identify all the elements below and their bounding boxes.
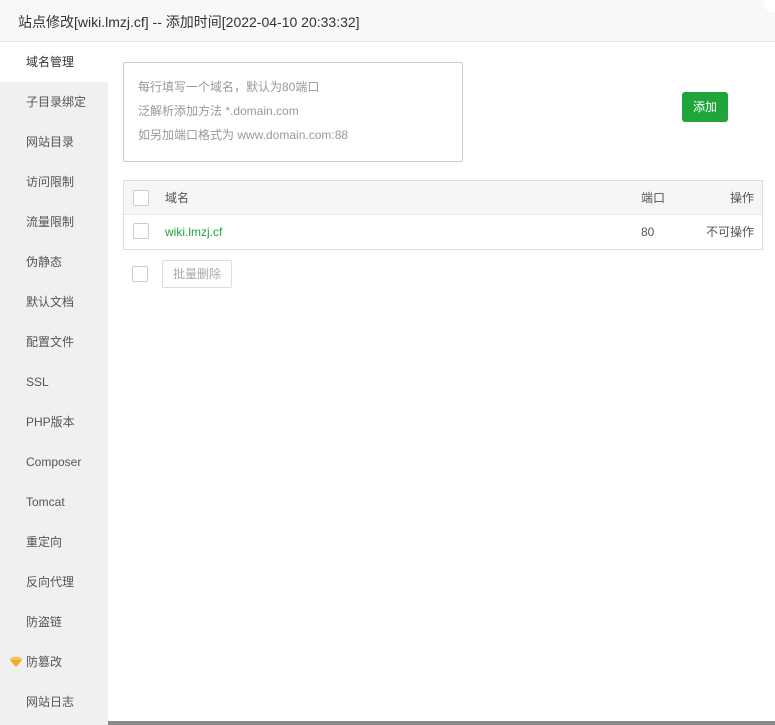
column-header-port: 端口 — [641, 191, 666, 205]
sidebar-item-label: 防篡改 — [26, 655, 63, 669]
sidebar-item-label: 访问限制 — [26, 175, 75, 189]
sidebar-item-label: 重定向 — [26, 535, 63, 549]
sidebar-item-default-document[interactable]: 默认文档 — [0, 282, 108, 322]
table-row: wiki.lmzj.cf 80 不可操作 — [124, 215, 762, 249]
sidebar-item-config-file[interactable]: 配置文件 — [0, 322, 108, 362]
sidebar-item-label: 网站日志 — [26, 695, 75, 709]
placeholder-line: 每行填写一个域名，默认为80端口 — [138, 80, 320, 94]
port-value: 80 — [641, 225, 655, 239]
batch-actions: 批量删除 — [123, 260, 763, 290]
sidebar-item-label: PHP版本 — [26, 415, 75, 429]
domain-table: 域名 端口 操作 wiki.lmzj.cf 80 不可操作 — [123, 180, 763, 250]
sidebar-item-redirect[interactable]: 重定向 — [0, 522, 108, 562]
dialog-titlebar: 站点修改[wiki.lmzj.cf] -- 添加时间[2022-04-10 20… — [0, 0, 775, 42]
column-header-domain: 域名 — [165, 191, 190, 205]
gem-icon — [10, 657, 22, 667]
sidebar-item-hotlink-protection[interactable]: 防盗链 — [0, 602, 108, 642]
sidebar-item-label: 默认文档 — [26, 295, 75, 309]
placeholder-line: 泛解析添加方法 *.domain.com — [138, 104, 299, 118]
sidebar-item-composer[interactable]: Composer — [0, 442, 108, 482]
sidebar-item-label: SSL — [26, 375, 49, 389]
row-checkbox[interactable] — [133, 223, 149, 239]
bottom-scroll-edge — [108, 721, 775, 725]
batch-delete-button[interactable]: 批量删除 — [162, 260, 232, 288]
sidebar-item-tomcat[interactable]: Tomcat — [0, 482, 108, 522]
sidebar-item-reverse-proxy[interactable]: 反向代理 — [0, 562, 108, 602]
add-domain-button[interactable]: 添加 — [682, 92, 728, 122]
domain-input[interactable]: 每行填写一个域名，默认为80端口 泛解析添加方法 *.domain.com 如另… — [123, 62, 463, 162]
column-header-action: 操作 — [730, 191, 755, 205]
close-icon[interactable] — [763, 0, 775, 12]
domain-management-panel: 每行填写一个域名，默认为80端口 泛解析添加方法 *.domain.com 如另… — [108, 42, 775, 725]
sidebar-item-label: 子目录绑定 — [26, 95, 87, 109]
sidebar-item-label: 伪静态 — [26, 255, 63, 269]
sidebar-item-label: Composer — [26, 455, 82, 469]
site-edit-dialog: 站点修改[wiki.lmzj.cf] -- 添加时间[2022-04-10 20… — [0, 0, 775, 725]
sidebar-item-access-restriction[interactable]: 访问限制 — [0, 162, 108, 202]
sidebar: 域名管理 子目录绑定 网站目录 访问限制 流量限制 伪静态 默认文档 配置文件 … — [0, 42, 108, 725]
sidebar-item-label: 网站目录 — [26, 135, 75, 149]
sidebar-item-domain-management[interactable]: 域名管理 — [0, 42, 108, 82]
batch-select-checkbox[interactable] — [132, 266, 148, 282]
sidebar-item-site-log[interactable]: 网站日志 — [0, 682, 108, 722]
sidebar-item-php-version[interactable]: PHP版本 — [0, 402, 108, 442]
dialog-title: 站点修改[wiki.lmzj.cf] -- 添加时间[2022-04-10 20… — [18, 14, 360, 30]
sidebar-item-traffic-limit[interactable]: 流量限制 — [0, 202, 108, 242]
select-all-checkbox[interactable] — [133, 190, 149, 206]
sidebar-item-subdirectory-binding[interactable]: 子目录绑定 — [0, 82, 108, 122]
sidebar-item-ssl[interactable]: SSL — [0, 362, 108, 402]
sidebar-item-label: 配置文件 — [26, 335, 75, 349]
sidebar-item-label: 域名管理 — [26, 55, 75, 69]
action-text: 不可操作 — [706, 225, 755, 239]
domain-link[interactable]: wiki.lmzj.cf — [165, 215, 222, 249]
sidebar-item-label: 反向代理 — [26, 575, 75, 589]
sidebar-item-tamper-protection[interactable]: 防篡改 — [0, 642, 108, 682]
sidebar-item-label: Tomcat — [26, 495, 65, 509]
table-header: 域名 端口 操作 — [124, 181, 762, 215]
sidebar-item-label: 流量限制 — [26, 215, 75, 229]
sidebar-item-label: 防盗链 — [26, 615, 63, 629]
sidebar-item-site-directory[interactable]: 网站目录 — [0, 122, 108, 162]
sidebar-item-rewrite[interactable]: 伪静态 — [0, 242, 108, 282]
placeholder-line: 如另加端口格式为 www.domain.com:88 — [138, 128, 349, 142]
